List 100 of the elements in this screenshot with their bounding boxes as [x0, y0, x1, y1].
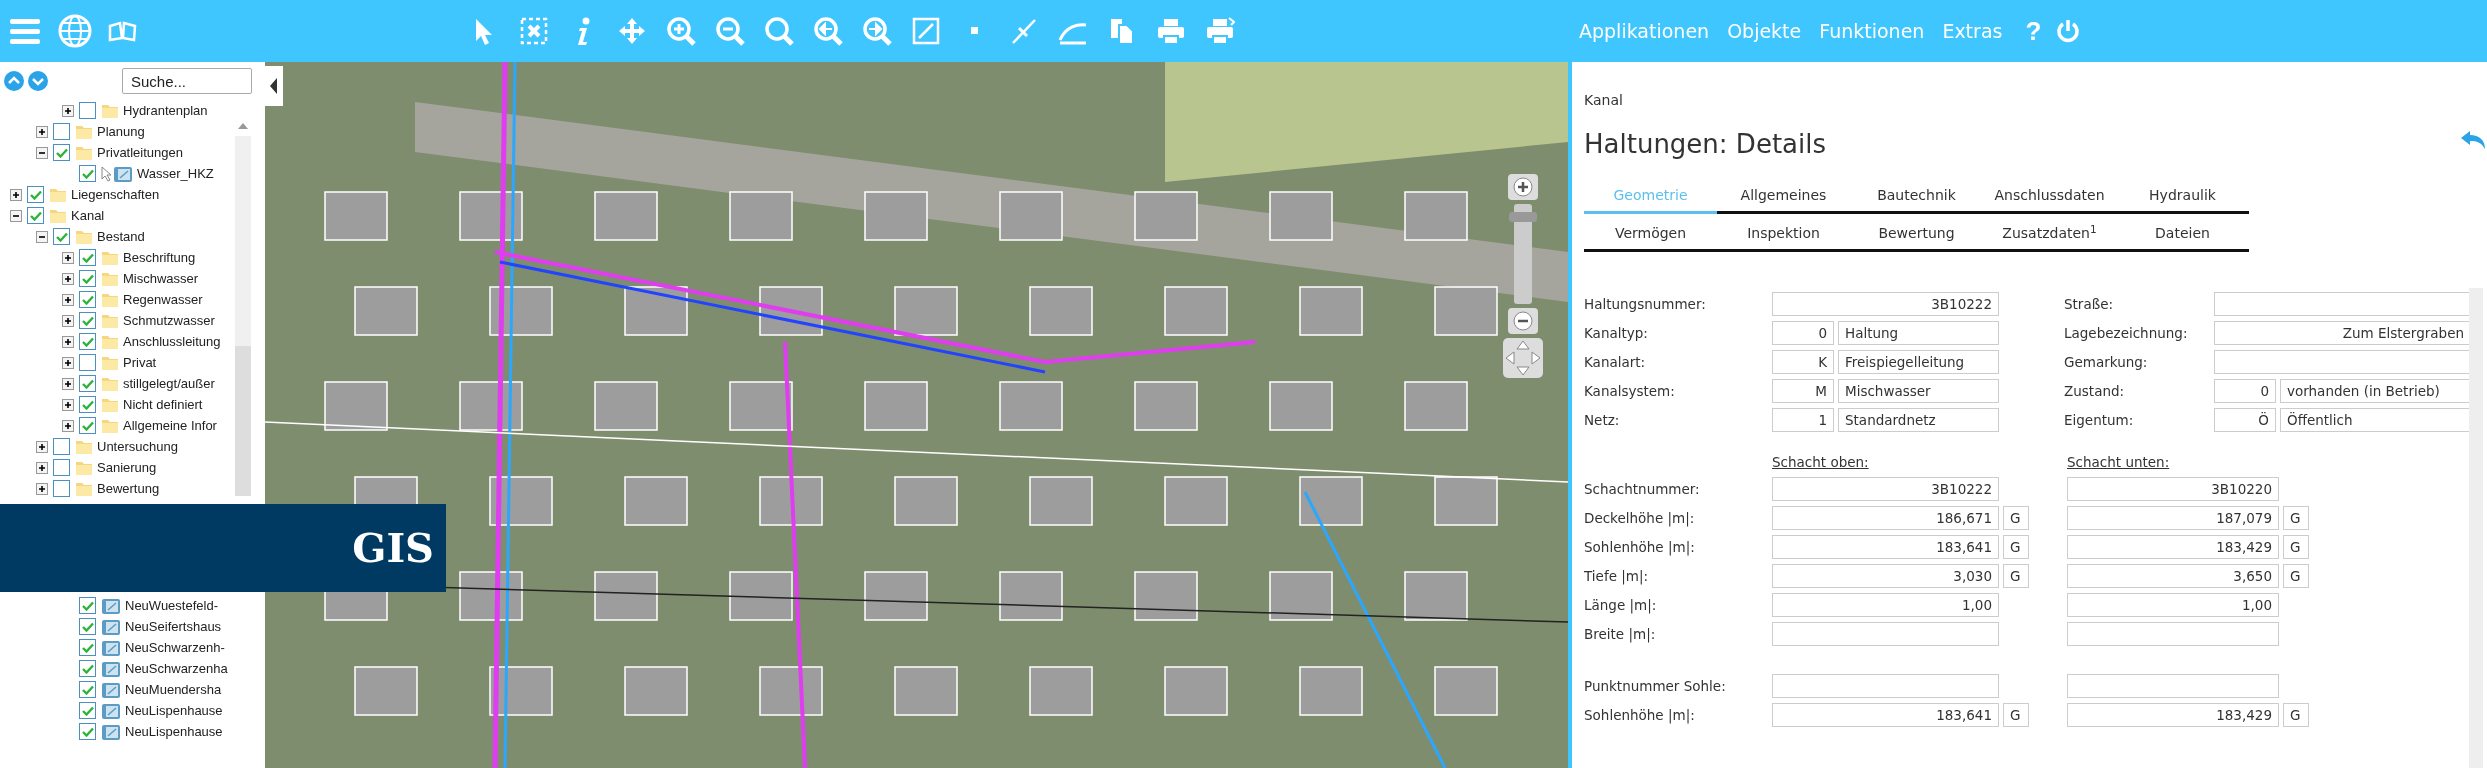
layer-checkbox[interactable]: [53, 123, 70, 140]
layer-label[interactable]: Beschriftung: [119, 247, 196, 268]
value-field[interactable]: 3B10222: [1772, 477, 1999, 502]
layer-label[interactable]: stillgelegt/außer: [119, 373, 215, 394]
expand-toggle[interactable]: [36, 230, 48, 243]
value-field[interactable]: 187,079: [2067, 506, 2279, 531]
value-field[interactable]: 3,030: [1772, 564, 1999, 589]
layer-checkbox[interactable]: [79, 396, 96, 413]
collapse-panel-icon[interactable]: [265, 66, 283, 106]
layer-checkbox[interactable]: [79, 333, 96, 350]
layer-label[interactable]: Mischwasser: [119, 268, 199, 289]
layer-label[interactable]: Planung: [93, 121, 145, 142]
source-flag-field[interactable]: G: [2283, 535, 2309, 560]
value-field[interactable]: 1,00: [1772, 593, 1999, 618]
zoom-out-button[interactable]: [1508, 308, 1538, 334]
detail-tab[interactable]: Allgemeines: [1717, 180, 1850, 215]
source-flag-field[interactable]: G: [2283, 506, 2309, 531]
layer-label[interactable]: Privat: [119, 352, 157, 373]
layer-label[interactable]: Schmutzwasser: [119, 310, 215, 331]
value-field[interactable]: Haltung: [1838, 321, 1999, 346]
layer-checkbox[interactable]: [79, 417, 96, 434]
expand-all-icon[interactable]: [28, 71, 48, 91]
layer-label[interactable]: Privatleitungen: [93, 142, 183, 163]
detail-tab[interactable]: Vermögen: [1584, 218, 1717, 253]
layer-label[interactable]: Bewertung: [93, 478, 160, 499]
expand-toggle[interactable]: [10, 188, 22, 201]
value-field[interactable]: 183,641: [1772, 535, 1999, 560]
layer-checkbox[interactable]: [79, 312, 96, 329]
expand-toggle[interactable]: [62, 377, 74, 390]
layer-label[interactable]: Bestand: [93, 226, 145, 247]
zoom-back-icon[interactable]: [813, 16, 843, 46]
layer-checkbox[interactable]: [79, 702, 96, 719]
source-flag-field[interactable]: G: [2283, 703, 2309, 728]
value-field[interactable]: Mischwasser: [1838, 379, 1999, 404]
detail-tab[interactable]: Bewertung: [1850, 218, 1983, 253]
zoom-in-button[interactable]: [1508, 174, 1538, 200]
layer-checkbox[interactable]: [79, 681, 96, 698]
value-field[interactable]: [2214, 292, 2471, 317]
expand-toggle[interactable]: [36, 461, 48, 474]
layer-label[interactable]: Allgemeine Infor: [119, 415, 217, 436]
zoom-in-icon[interactable]: [666, 16, 696, 46]
detail-tab[interactable]: Hydraulik: [2116, 180, 2249, 215]
expand-toggle[interactable]: [62, 293, 74, 306]
code-field[interactable]: 0: [2214, 379, 2276, 404]
scroll-up-icon[interactable]: [237, 122, 249, 130]
clear-selection-icon[interactable]: [519, 16, 549, 46]
print-icon[interactable]: [1156, 16, 1186, 46]
move-icon[interactable]: [617, 16, 647, 46]
zoom-out-icon[interactable]: [715, 16, 745, 46]
source-flag-field[interactable]: G: [2003, 564, 2029, 589]
layer-label[interactable]: Nicht definiert: [119, 394, 203, 415]
expand-toggle[interactable]: [36, 146, 48, 159]
layer-checkbox[interactable]: [53, 228, 70, 245]
value-field[interactable]: [1772, 622, 1999, 647]
layer-label[interactable]: Liegenschaften: [67, 184, 160, 205]
value-field[interactable]: vorhanden (in Betrieb): [2280, 379, 2471, 404]
value-field[interactable]: 3B10220: [2067, 477, 2279, 502]
value-field[interactable]: Standardnetz: [1838, 408, 1999, 433]
layer-checkbox[interactable]: [53, 459, 70, 476]
value-field[interactable]: Zum Elstergraben: [2214, 321, 2471, 346]
layer-label[interactable]: NeuMuendersha: [121, 679, 222, 700]
layer-checkbox[interactable]: [79, 354, 96, 371]
search-icon[interactable]: [764, 16, 794, 46]
layer-checkbox[interactable]: [27, 186, 44, 203]
power-icon[interactable]: [2055, 18, 2082, 44]
expand-toggle[interactable]: [10, 209, 22, 222]
layer-label[interactable]: Wasser_HKZ: [133, 163, 214, 184]
layer-checkbox[interactable]: [79, 165, 96, 182]
layer-checkbox[interactable]: [79, 270, 96, 287]
value-field[interactable]: 3B10222: [1772, 292, 1999, 317]
layer-checkbox[interactable]: [79, 375, 96, 392]
layer-label[interactable]: Regenwasser: [119, 289, 203, 310]
expand-toggle[interactable]: [62, 251, 74, 264]
layer-label[interactable]: Sanierung: [93, 457, 157, 478]
value-field[interactable]: Öffentlich: [2280, 408, 2471, 433]
layer-checkbox[interactable]: [79, 597, 96, 614]
value-field[interactable]: [2067, 674, 2279, 699]
layer-label[interactable]: Untersuchung: [93, 436, 178, 457]
value-field[interactable]: Freispiegelleitung: [1838, 350, 1999, 375]
layer-label[interactable]: NeuWuestefeld-: [121, 595, 218, 616]
layer-checkbox[interactable]: [79, 249, 96, 266]
detail-tab[interactable]: Bautechnik: [1850, 180, 1983, 215]
expand-toggle[interactable]: [62, 356, 74, 369]
layer-label[interactable]: NeuLispenhause: [121, 700, 223, 721]
expand-toggle[interactable]: [62, 272, 74, 285]
source-flag-field[interactable]: G: [2003, 535, 2029, 560]
expand-toggle[interactable]: [62, 419, 74, 432]
layer-checkbox[interactable]: [79, 102, 96, 119]
code-field[interactable]: Ö: [2214, 408, 2276, 433]
layer-label[interactable]: NeuSchwarzenh-: [121, 637, 225, 658]
layer-label[interactable]: Anschlussleitung: [119, 331, 221, 352]
detail-tab[interactable]: Zusatzdaten$^{1}$: [1983, 218, 2116, 253]
zoom-slider-thumb[interactable]: [1509, 212, 1537, 222]
value-field[interactable]: 3,650: [2067, 564, 2279, 589]
print-settings-icon[interactable]: [1205, 16, 1235, 46]
code-field[interactable]: 0: [1772, 321, 1834, 346]
layer-label[interactable]: NeuSchwarzenha: [121, 658, 228, 679]
layer-label[interactable]: NeuLispenhause: [121, 721, 223, 742]
detail-tab[interactable]: Inspektion: [1717, 218, 1850, 253]
layer-checkbox[interactable]: [27, 207, 44, 224]
